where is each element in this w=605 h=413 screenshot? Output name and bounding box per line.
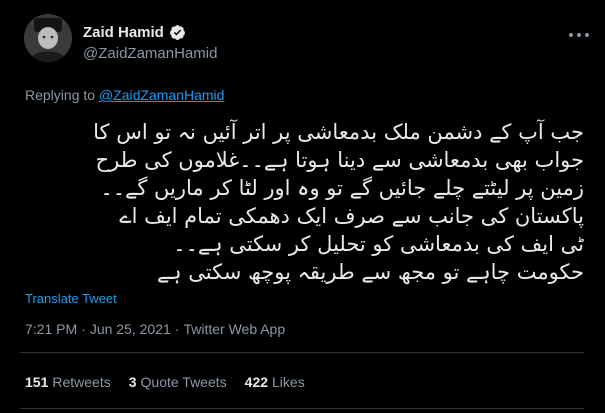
- tweet-stats: 151 Retweets 3 Quote Tweets 422 Likes: [25, 374, 305, 390]
- tweet-source[interactable]: Twitter Web App: [183, 321, 285, 337]
- verified-badge-icon: [169, 25, 185, 40]
- quote-tweets-label: Quote Tweets: [140, 374, 227, 390]
- author-name[interactable]: Zaid Hamid: [83, 24, 164, 41]
- meta-separator: ·: [174, 321, 180, 337]
- replying-to-link[interactable]: @ZaidZamanHamid: [99, 87, 224, 103]
- tweet-line: ٹی ایف کی بدمعاشی کو تحلیل کر سکتی ہے۔۔: [173, 232, 584, 256]
- likes-count: 422: [244, 374, 269, 390]
- tweet-line: پاکستان کی جانب سے صرف ایک دھمکی تمام ای…: [119, 204, 584, 228]
- author-avatar[interactable]: [24, 14, 72, 62]
- replying-to: Replying to @ZaidZamanHamid: [25, 87, 224, 103]
- likes-stat[interactable]: 422 Likes: [245, 374, 305, 390]
- tweet-line: جواب بھی بدمعاشی سے دینا ہوتا ہے۔۔غلاموں…: [95, 148, 584, 172]
- more-dot: [577, 33, 581, 37]
- more-dot: [585, 33, 589, 37]
- retweets-stat[interactable]: 151 Retweets: [25, 374, 111, 390]
- retweets-label: Retweets: [52, 374, 111, 390]
- author-handle[interactable]: @ZaidZamanHamid: [83, 45, 217, 62]
- retweets-count: 151: [25, 374, 49, 390]
- author-name-row[interactable]: Zaid Hamid: [83, 24, 186, 41]
- tweet-card: Zaid Hamid @ZaidZamanHamid Replying to @…: [0, 0, 605, 413]
- tweet-time[interactable]: 7:21 PM: [25, 321, 77, 337]
- tweet-meta: 7:21 PM · Jun 25, 2021 · Twitter Web App: [25, 321, 285, 337]
- translate-tweet-link[interactable]: Translate Tweet: [25, 291, 117, 306]
- replying-to-label: Replying to: [25, 87, 96, 103]
- quote-tweets-count: 3: [128, 374, 137, 390]
- avatar-image: [24, 14, 72, 62]
- likes-label: Likes: [272, 374, 305, 390]
- quote-tweets-stat[interactable]: 3 Quote Tweets: [129, 374, 227, 390]
- more-dot: [569, 33, 573, 37]
- tweet-line: جب آپ کے دشمن ملک بدمعاشی پر اتر آئیں نہ…: [93, 120, 584, 144]
- tweet-line: حکومت چاہے تو مجھ سے طریقہ پوچھ سکتی ہے: [156, 260, 584, 284]
- divider: [20, 352, 584, 353]
- tweet-date[interactable]: Jun 25, 2021: [90, 321, 171, 337]
- meta-separator: ·: [81, 321, 86, 337]
- divider: [20, 408, 584, 409]
- tweet-text: جب آپ کے دشمن ملک بدمعاشی پر اتر آئیں نہ…: [20, 118, 584, 286]
- more-options-icon[interactable]: [569, 28, 589, 42]
- tweet-line: زمین پر لیٹتے چلے جائیں گے تو وہ اور لٹا…: [100, 176, 584, 200]
